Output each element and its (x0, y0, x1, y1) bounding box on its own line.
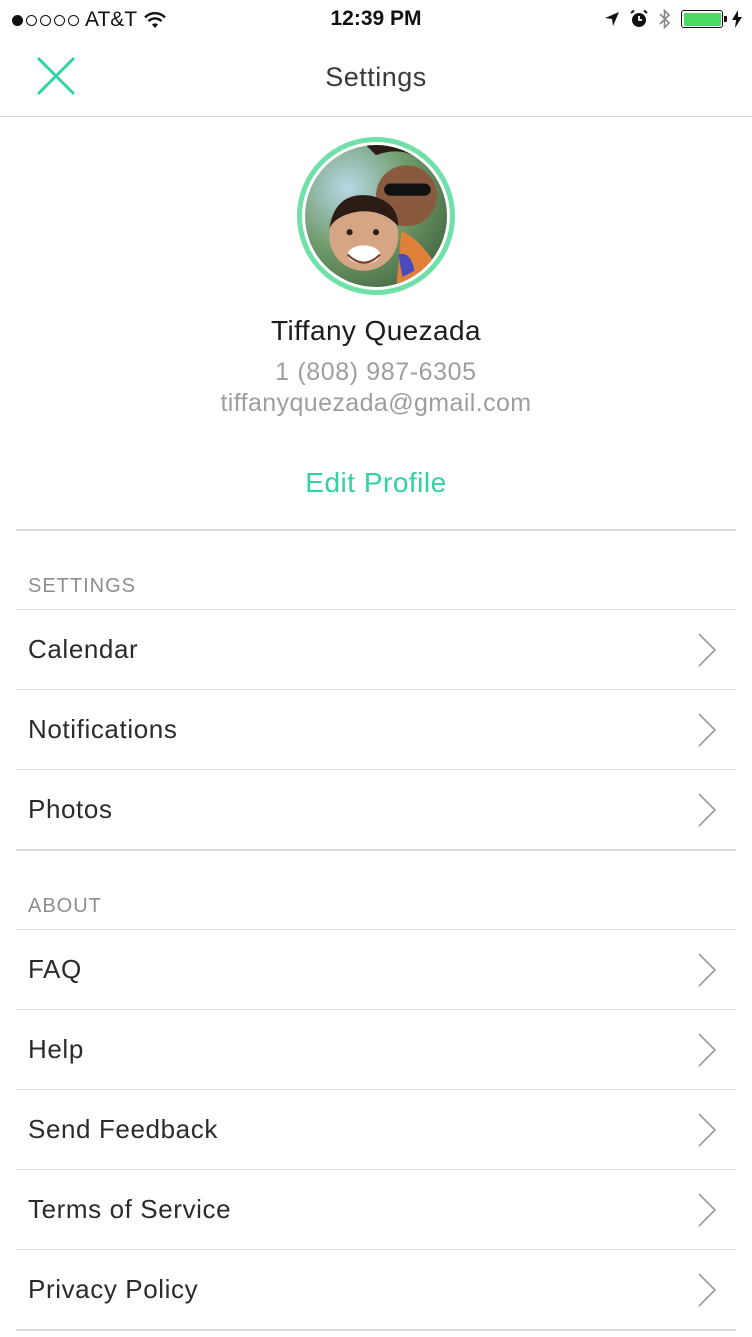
about-item-send-feedback[interactable]: Send Feedback (16, 1089, 736, 1169)
avatar[interactable] (297, 137, 455, 295)
profile-email: tiffanyquezada@gmail.com (220, 389, 532, 417)
settings-item-label: Notifications (28, 714, 178, 744)
nav-bar: Settings (0, 40, 752, 117)
settings-item-calendar[interactable]: Calendar (16, 609, 736, 689)
about-item-label: FAQ (28, 954, 82, 984)
battery-icon (681, 10, 727, 28)
chevron-right-icon (698, 1033, 717, 1067)
section-header-settings: SETTINGS (28, 575, 137, 597)
divider (16, 529, 736, 531)
status-bar: AT&T 12:39 PM (0, 0, 752, 40)
about-item-help[interactable]: Help (16, 1009, 736, 1089)
about-item-privacy-policy[interactable]: Privacy Policy (16, 1249, 736, 1329)
profile-section: Tiffany Quezada 1 (808) 987-6305 tiffany… (0, 117, 752, 530)
bluetooth-icon (659, 8, 671, 30)
about-item-label: Privacy Policy (28, 1274, 199, 1304)
settings-item-label: Photos (28, 794, 113, 824)
chevron-right-icon (698, 1193, 717, 1227)
chevron-right-icon (698, 953, 717, 987)
status-right (604, 8, 742, 30)
alarm-icon (630, 9, 648, 27)
about-item-faq[interactable]: FAQ (16, 929, 736, 1009)
divider (16, 1329, 736, 1331)
profile-name: Tiffany Quezada (271, 315, 481, 346)
chevron-right-icon (698, 713, 717, 747)
divider (16, 849, 736, 851)
section-header-about: ABOUT (28, 895, 102, 917)
about-item-label: Terms of Service (28, 1194, 232, 1224)
chevron-right-icon (698, 793, 717, 827)
chevron-right-icon (698, 633, 717, 667)
edit-profile-link[interactable]: Edit Profile (276, 467, 476, 499)
settings-item-label: Calendar (28, 634, 139, 664)
about-item-terms-of-service[interactable]: Terms of Service (16, 1169, 736, 1249)
profile-phone: 1 (808) 987-6305 (275, 358, 477, 386)
avatar-photo (305, 145, 447, 287)
settings-item-notifications[interactable]: Notifications (16, 689, 736, 769)
settings-item-photos[interactable]: Photos (16, 769, 736, 849)
charging-bolt-icon (732, 10, 742, 28)
chevron-right-icon (698, 1113, 717, 1147)
chevron-right-icon (698, 1273, 717, 1307)
location-arrow-icon (605, 12, 619, 26)
about-item-label: Help (28, 1034, 84, 1064)
page-title: Settings (325, 62, 427, 92)
about-item-label: Send Feedback (28, 1114, 218, 1144)
